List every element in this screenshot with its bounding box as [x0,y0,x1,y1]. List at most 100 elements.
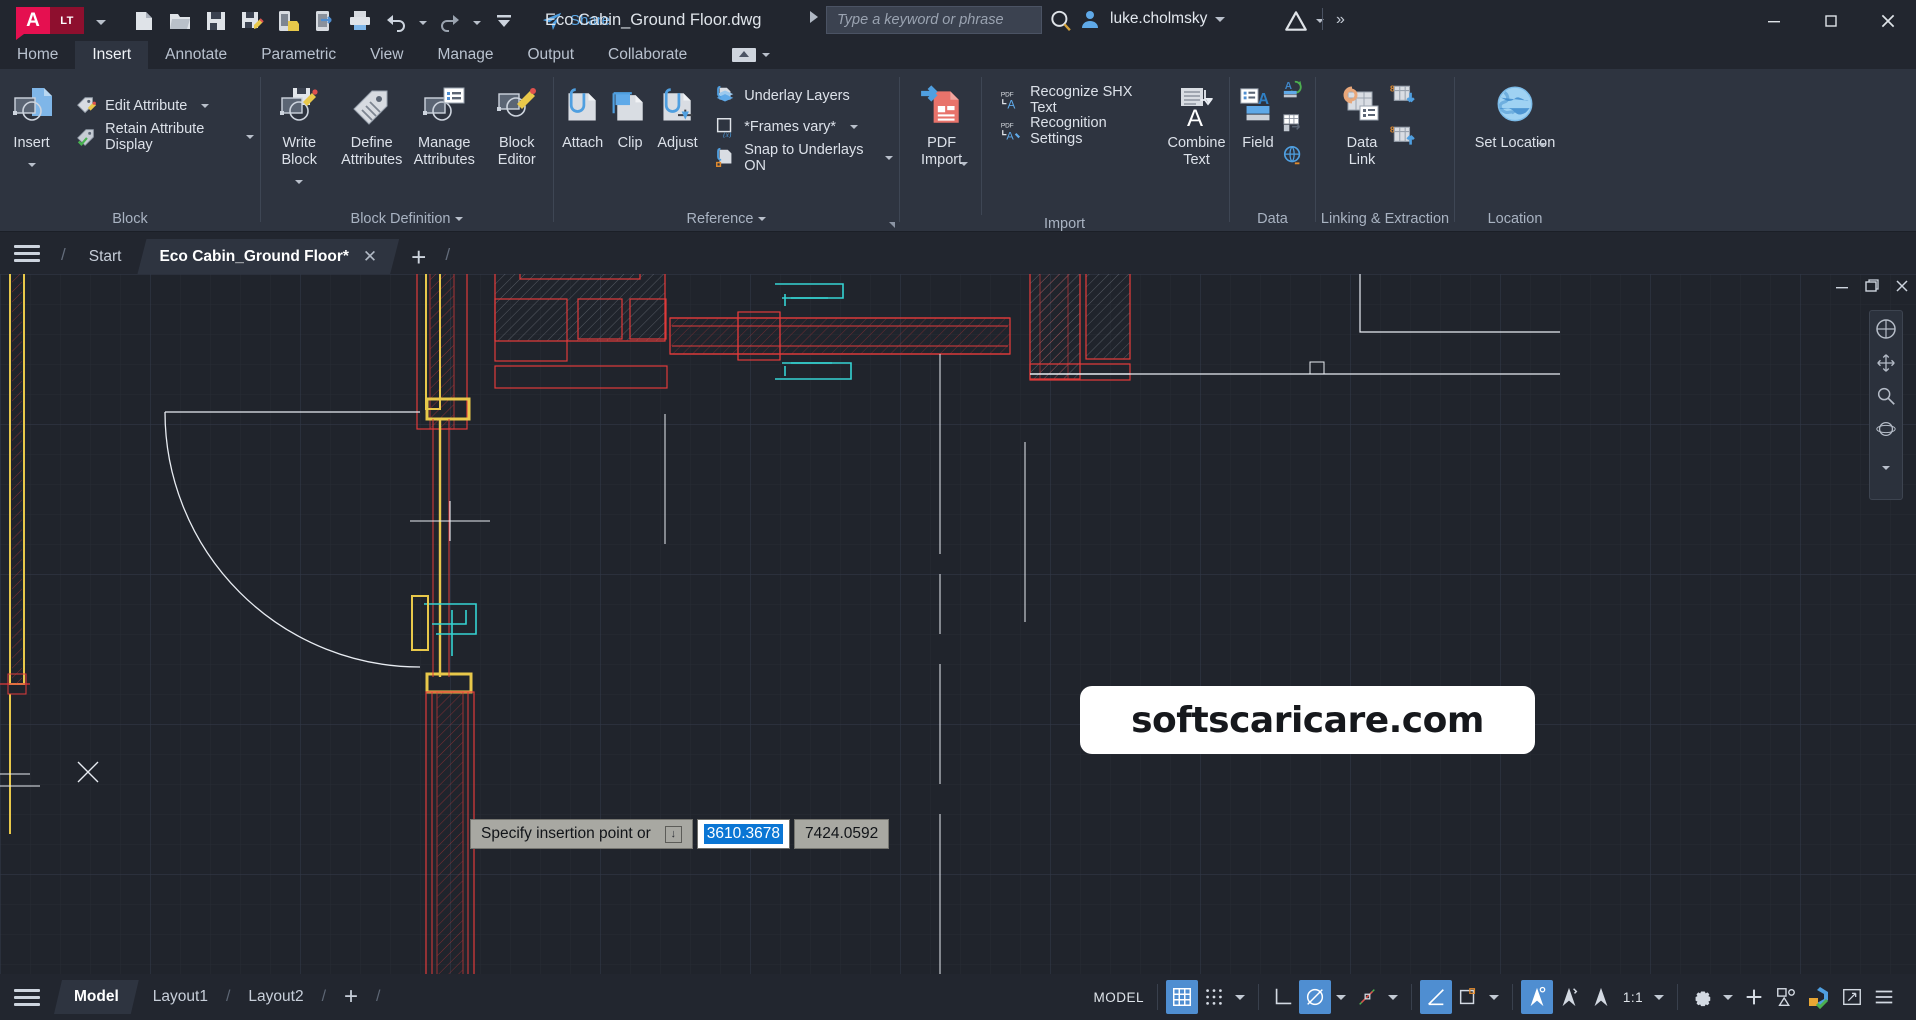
undo-dropdown[interactable] [415,12,431,30]
set-location-caret[interactable] [1538,143,1546,147]
redo-icon[interactable] [433,4,467,38]
save-as-icon[interactable] [235,4,269,38]
open-from-web-icon[interactable] [307,4,341,38]
chevron-double-right-icon[interactable]: » [1336,11,1345,29]
document-tab-eco-cabin[interactable]: Eco Cabin_Ground Floor* ✕ [137,239,399,274]
annotation-scale-caret[interactable] [1654,994,1664,1000]
ribbon-minimize-button[interactable] [724,41,778,69]
layout-tab-layout2[interactable]: Layout2 [234,980,317,1014]
clean-screen-icon[interactable] [1836,980,1868,1014]
title-expand-arrow[interactable] [810,11,818,23]
steering-wheel-icon[interactable] [1874,317,1898,346]
edit-attribute-caret[interactable] [201,104,210,108]
dynamic-input-options-icon[interactable]: ↓ [664,825,682,843]
search-icon[interactable] [1048,8,1074,39]
data-link-button[interactable]: Data Link [1334,77,1390,169]
edit-attribute-button[interactable]: Edit Attribute [69,91,260,121]
block-definition-panel-caret[interactable] [455,216,464,221]
recognize-shx-text-button[interactable]: PDF A Recognize SHX Text [994,84,1152,116]
set-location-button[interactable]: Set Location [1472,77,1558,152]
combine-text-button[interactable]: A Combine Text [1164,77,1229,169]
adjust-button[interactable]: Adjust [653,77,702,152]
user-account[interactable]: luke.cholmsky [1078,7,1226,31]
maximize-button[interactable] [1802,0,1859,41]
isolate-objects-icon[interactable] [1770,980,1802,1014]
snap-to-underlays-caret[interactable] [885,156,893,160]
drawing-canvas[interactable]: Specify insertion point or ↓ 3610.3678 7… [0,274,1916,974]
block-editor-button[interactable]: Block Editor [481,77,554,169]
workspace-caret[interactable] [1723,994,1733,1000]
ribbon-tab-home[interactable]: Home [0,41,75,69]
viewport-close-button[interactable] [1894,278,1910,298]
annotation-visibility-toggle[interactable] [1521,980,1553,1014]
layout-tab-model[interactable]: Model [54,980,139,1014]
insert-dropdown-caret[interactable] [27,163,36,167]
upload-to-source-icon[interactable]: 8 [1390,124,1416,155]
object-snap-toggle[interactable] [1351,980,1383,1014]
add-layout-button[interactable]: + [330,980,372,1014]
ribbon-state-caret[interactable] [762,53,771,57]
redo-dropdown[interactable] [469,12,485,30]
application-menu-icon[interactable] [0,232,54,274]
plot-icon[interactable] [343,4,377,38]
recognition-settings-button[interactable]: PDF A Recognition Settings [994,115,1152,147]
viewport-minimize-button[interactable] [1834,278,1850,298]
autodesk-account-icon[interactable] [1283,8,1324,34]
retain-attribute-display-button[interactable]: Retain Attribute Display [69,121,260,153]
polar-tracking-toggle[interactable] [1299,980,1331,1014]
underlay-layers-button[interactable]: Underlay Layers [708,81,899,111]
table-link-icon[interactable] [1282,112,1304,139]
hardware-acceleration-icon[interactable] [1802,980,1836,1014]
reference-panel-expand-arrow[interactable] [889,222,895,228]
pdf-import-button[interactable]: PDF Import [910,77,973,171]
reference-panel-caret[interactable] [758,216,767,221]
clip-button[interactable]: Clip [607,77,653,152]
grid-display-toggle[interactable] [1166,980,1198,1014]
osnap-settings-caret[interactable] [1388,994,1398,1000]
annotation-scale-button[interactable] [1585,980,1617,1014]
pan-icon[interactable] [1875,352,1897,379]
save-to-web-icon[interactable] [271,4,305,38]
annotation-scale-value[interactable]: 1:1 [1617,980,1649,1014]
customize-icon[interactable] [487,4,521,38]
navbar-dropdown-caret[interactable] [1882,457,1890,475]
field-button[interactable]: A Field [1234,77,1282,152]
frames-vary-button[interactable]: (x) *Frames vary* [708,112,899,142]
ribbon-tab-manage[interactable]: Manage [420,41,510,69]
minimize-button[interactable] [1745,0,1802,41]
frames-vary-caret[interactable] [850,125,859,129]
autoscale-toggle[interactable] [1553,980,1585,1014]
user-menu-caret[interactable] [1215,16,1226,22]
retain-attribute-caret[interactable] [246,135,254,139]
insert-button[interactable]: Insert [4,77,59,172]
panel-label-reference[interactable]: Reference [554,205,899,232]
isometric-drafting-toggle[interactable] [1420,980,1452,1014]
layout-tab-layout1[interactable]: Layout1 [139,980,222,1014]
snap-mode-toggle[interactable] [1198,980,1230,1014]
ribbon-tab-view[interactable]: View [353,41,420,69]
new-document-tab-button[interactable]: + [399,244,438,274]
dynamic-input-y-field[interactable]: 7424.0592 [794,819,890,849]
dynamic-input-x-field[interactable]: 3610.3678 [696,819,791,849]
new-icon[interactable] [127,4,161,38]
model-space-button[interactable]: MODEL [1088,980,1149,1014]
viewport-restore-button[interactable] [1864,278,1880,298]
define-attributes-button[interactable]: Define Attributes [336,77,409,169]
workspace-switching-icon[interactable] [1686,980,1718,1014]
attach-button[interactable]: Attach [558,77,607,152]
application-menu-caret[interactable] [96,12,106,30]
zoom-extents-icon[interactable] [1875,385,1897,412]
search-input[interactable]: Type a keyword or phrase [826,6,1042,34]
write-block-caret[interactable] [295,180,304,184]
ribbon-tab-annotate[interactable]: Annotate [148,41,244,69]
otrack-settings-caret[interactable] [1489,994,1499,1000]
write-block-button[interactable]: Write Block [263,77,336,189]
autocad-logo[interactable]: A LT [16,7,84,40]
snap-to-underlays-button[interactable]: Snap to Underlays ON [708,142,899,174]
pdf-import-caret[interactable] [959,162,968,166]
object-snap-tracking-toggle[interactable] [1452,980,1484,1014]
undo-icon[interactable] [379,4,413,38]
close-button[interactable] [1859,0,1916,41]
ortho-mode-toggle[interactable] [1267,980,1299,1014]
layout-menu-icon[interactable] [0,976,54,1018]
